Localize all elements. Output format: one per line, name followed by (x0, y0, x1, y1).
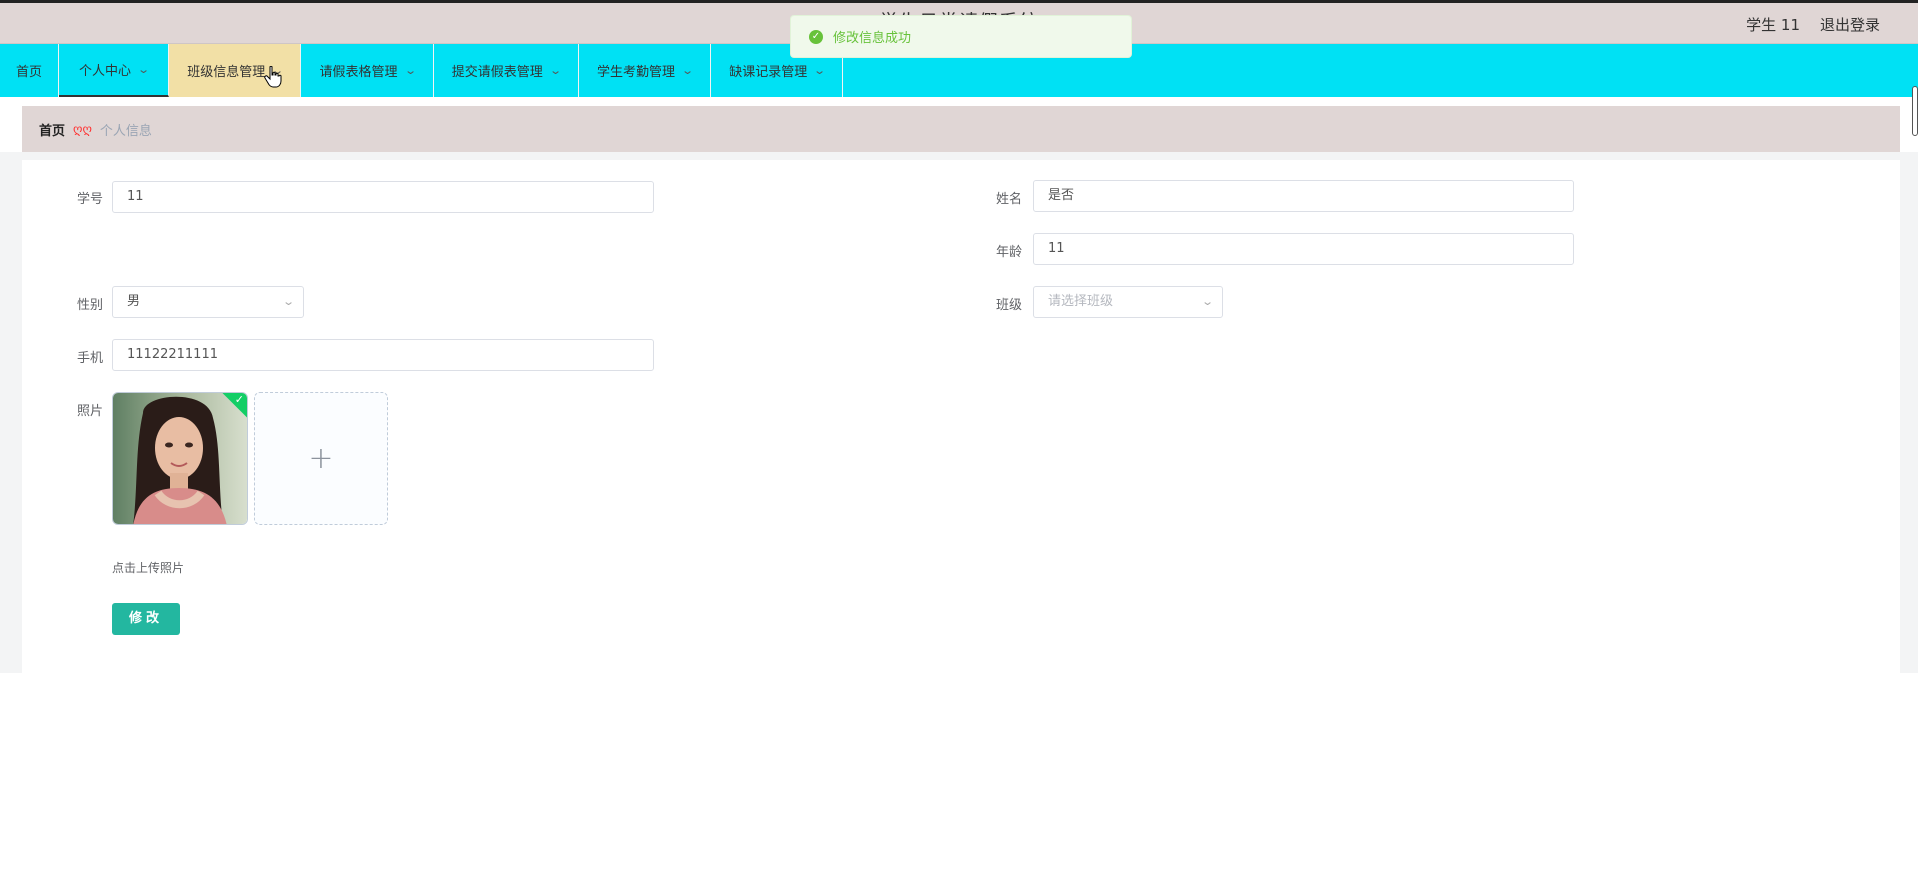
logout-link[interactable]: 退出登录 (1820, 14, 1880, 35)
nav-label: 学生考勤管理 (596, 65, 675, 80)
check-icon: ✓ (234, 393, 244, 406)
breadcrumb: 首页 ღღ 个人信息 (22, 106, 1900, 152)
chevron-down-icon: ⌄ (137, 63, 151, 76)
toast-message: 修改信息成功 (833, 31, 912, 46)
chevron-down-icon: ⌄ (281, 295, 295, 308)
phone-field[interactable]: 11122211111 (112, 339, 654, 371)
student-id-field[interactable]: 11 (112, 181, 654, 213)
current-user-name: 学生 11 (1746, 16, 1800, 34)
chevron-down-icon: ⌄ (403, 64, 417, 77)
gender-value: 男 (127, 294, 141, 309)
page-scrollbar[interactable] (1912, 86, 1918, 136)
nav-label: 班级信息管理 (187, 65, 266, 80)
upload-photo-button[interactable]: + (254, 392, 388, 525)
age-field[interactable]: 11 (1033, 233, 1574, 265)
nav-home[interactable]: 首页 (0, 44, 60, 97)
breadcrumb-separator: ღღ (73, 122, 92, 136)
phone-label: 手机 (77, 351, 104, 366)
nav-label: 首页 (16, 65, 43, 80)
nav-leave-forms[interactable]: 请假表格管理 ⌄ (301, 44, 434, 97)
chevron-down-icon: ⌄ (1200, 295, 1214, 308)
gender-label: 性别 (77, 298, 104, 313)
class-label: 班级 (996, 298, 1023, 313)
name-field[interactable]: 是否 (1033, 180, 1574, 212)
hand-pointer-icon (264, 66, 282, 88)
nav-personal-center[interactable]: 个人中心 ⌄ (59, 44, 170, 97)
nav-attendance[interactable]: 学生考勤管理 ⌄ (579, 44, 712, 97)
breadcrumb-current: 个人信息 (99, 123, 152, 139)
uploaded-photo-thumbnail[interactable]: ✓ (112, 392, 248, 525)
chevron-down-icon: ⌄ (548, 64, 562, 77)
plus-icon: + (308, 441, 334, 476)
photo-label: 照片 (77, 404, 104, 419)
nav-label: 缺课记录管理 (729, 65, 808, 80)
nav-label: 提交请假表管理 (451, 65, 543, 80)
modify-button[interactable]: 修改 (112, 603, 180, 635)
name-label: 姓名 (996, 192, 1023, 207)
student-id-label: 学号 (77, 192, 104, 207)
gender-select[interactable]: 男 ⌄ (112, 286, 304, 318)
age-label: 年龄 (996, 245, 1023, 260)
chevron-down-icon: ⌄ (681, 64, 695, 77)
portrait-photo (113, 393, 247, 524)
success-check-icon: ✓ (809, 29, 823, 44)
class-select[interactable]: 请选择班级 ⌄ (1033, 286, 1223, 318)
nav-submit-leave[interactable]: 提交请假表管理 ⌄ (434, 44, 579, 97)
class-placeholder: 请选择班级 (1048, 294, 1114, 309)
nav-label: 请假表格管理 (319, 65, 398, 80)
upload-tip: 点击上传照片 (112, 561, 185, 575)
nav-label: 个人中心 (79, 64, 132, 79)
breadcrumb-home[interactable]: 首页 (39, 120, 65, 139)
chevron-down-icon: ⌄ (813, 64, 827, 77)
success-toast: ✓ 修改信息成功 (790, 15, 1132, 58)
